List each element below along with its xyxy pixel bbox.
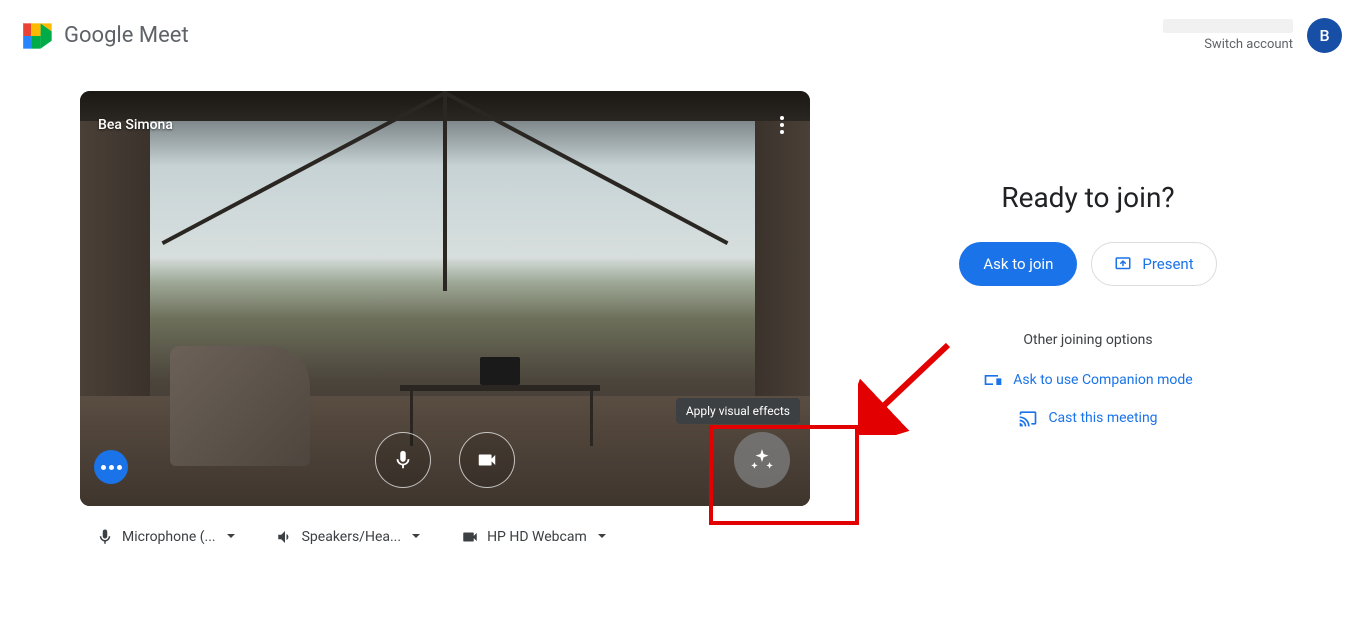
microphone-toggle-button[interactable] — [375, 432, 431, 488]
cast-label: Cast this meeting — [1048, 410, 1157, 426]
chevron-down-icon — [411, 529, 421, 545]
header: Google Meet Switch account B — [0, 0, 1366, 71]
scene-desk-leg — [590, 391, 593, 446]
main: Bea Simona Apply visual effects — [0, 71, 1366, 546]
microphone-selector[interactable]: Microphone (... — [96, 528, 236, 546]
camera-selector[interactable]: HP HD Webcam — [461, 528, 607, 546]
more-horiz-icon — [101, 465, 122, 470]
ask-to-join-button[interactable]: Ask to join — [959, 242, 1077, 286]
microphone-icon — [392, 449, 414, 471]
cast-icon — [1018, 408, 1038, 428]
present-button[interactable]: Present — [1091, 242, 1216, 286]
chevron-down-icon — [226, 529, 236, 545]
microphone-icon — [96, 528, 114, 546]
redacted-email — [1163, 19, 1293, 33]
scene-laptop — [480, 357, 520, 385]
control-row — [375, 432, 515, 488]
video-preview: Bea Simona Apply visual effects — [80, 91, 810, 506]
camera-label: HP HD Webcam — [487, 529, 587, 545]
annotation-red-box — [709, 425, 859, 525]
meet-logo-icon — [20, 20, 58, 52]
header-right: Switch account B — [1163, 18, 1342, 53]
effects-tooltip: Apply visual effects — [676, 398, 800, 424]
join-button-row: Ask to join Present — [959, 242, 1216, 286]
annotation-red-arrow — [858, 335, 958, 435]
avatar[interactable]: B — [1307, 18, 1342, 53]
switch-account-link[interactable]: Switch account — [1204, 37, 1293, 52]
camera-toggle-button[interactable] — [459, 432, 515, 488]
chevron-down-icon — [597, 529, 607, 545]
account-column: Switch account — [1163, 19, 1293, 52]
ready-heading: Ready to join? — [1001, 181, 1174, 214]
companion-mode-link[interactable]: Ask to use Companion mode — [983, 370, 1192, 390]
cast-meeting-link[interactable]: Cast this meeting — [1018, 408, 1157, 428]
companion-label: Ask to use Companion mode — [1013, 372, 1192, 388]
speaker-label: Speakers/Hea... — [302, 529, 401, 545]
scene-desk — [400, 385, 600, 391]
product-name: Google Meet — [64, 23, 189, 48]
product-name-text: Google Meet — [64, 23, 189, 48]
scene-chair — [170, 346, 310, 466]
preview-column: Bea Simona Apply visual effects — [80, 91, 810, 546]
video-more-button[interactable] — [770, 113, 794, 137]
speaker-selector[interactable]: Speakers/Hea... — [276, 528, 421, 546]
present-label: Present — [1142, 255, 1193, 273]
more-vert-icon — [780, 116, 784, 134]
present-icon — [1114, 255, 1132, 273]
scene-strut — [443, 91, 447, 291]
devices-icon — [983, 370, 1003, 390]
camera-icon — [461, 528, 479, 546]
other-options-title: Other joining options — [1023, 332, 1152, 348]
more-options-pill[interactable] — [94, 450, 128, 484]
camera-icon — [476, 449, 498, 471]
device-row: Microphone (... Speakers/Hea... HP HD We… — [80, 506, 810, 546]
logo-group: Google Meet — [20, 20, 189, 52]
participant-name: Bea Simona — [98, 117, 173, 133]
speaker-icon — [276, 528, 294, 546]
join-column: Ready to join? Ask to join Present Other… — [810, 91, 1366, 546]
microphone-label: Microphone (... — [122, 529, 216, 545]
